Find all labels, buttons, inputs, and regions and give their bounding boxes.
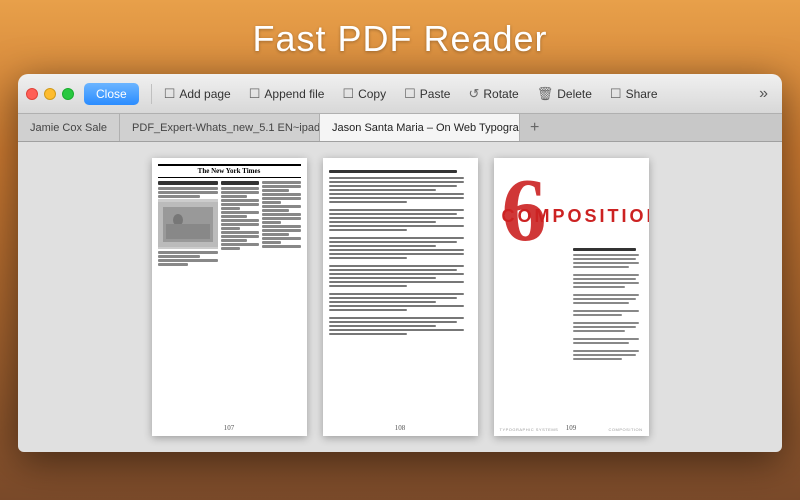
page107-number: 107 [152,424,307,432]
traffic-light-minimize[interactable] [44,88,56,100]
delete-label: Delete [557,87,592,101]
rotate-icon: ↺ [468,86,479,102]
close-button[interactable]: Close [84,83,139,105]
page108-number: 108 [323,424,478,432]
pdf-page-109: 6 COMPOSITION [494,158,649,436]
pdf-page-108: 108 [323,158,478,436]
more-button[interactable]: » [753,85,774,103]
share-button[interactable]: ☐ Share [602,82,666,106]
content-area: The New York Times [18,142,782,452]
toolbar-divider-1 [151,84,152,104]
delete-button[interactable]: 🗑 Delete [529,82,600,106]
add-page-label: Add page [179,87,230,101]
pdf-page-107: The New York Times [152,158,307,436]
tab-pdf-expert[interactable]: PDF_Expert-Whats_new_5.1 EN~ipad ✕ [120,114,320,141]
tab-jamie-cox-label: Jamie Cox Sale [30,122,107,134]
share-icon: ☐ [610,86,622,102]
paste-label: Paste [420,87,451,101]
tab-jamie-cox[interactable]: Jamie Cox Sale [18,114,120,141]
append-file-label: Append file [264,87,324,101]
page109-content: 6 COMPOSITION [494,158,649,436]
tab-add-button[interactable]: + [520,114,549,141]
copy-label: Copy [358,87,386,101]
paste-button[interactable]: ☐ Paste [396,82,458,106]
append-file-icon: ☐ [249,86,261,102]
tab-jason-santa[interactable]: Jason Santa Maria – On Web Typogra... ✕ [320,114,520,141]
page107-content: The New York Times [152,158,307,273]
toolbar: Close ☐ Add page ☐ Append file ☐ Copy ☐ … [18,74,782,114]
rotate-button[interactable]: ↺ Rotate [460,82,526,106]
tab-pdf-expert-label: PDF_Expert-Whats_new_5.1 EN~ipad [132,122,320,134]
tab-jason-santa-label: Jason Santa Maria – On Web Typogra... [332,122,520,134]
copy-icon: ☐ [342,86,354,102]
traffic-lights [26,88,74,100]
page107-image [158,199,218,249]
tabs-bar: Jamie Cox Sale PDF_Expert-Whats_new_5.1 … [18,114,782,142]
copy-button[interactable]: ☐ Copy [334,82,394,106]
paste-icon: ☐ [404,86,416,102]
page107-header: The New York Times [158,164,301,178]
traffic-light-close[interactable] [26,88,38,100]
append-file-button[interactable]: ☐ Append file [241,82,333,106]
share-label: Share [626,87,658,101]
page108-content [323,158,478,345]
add-page-button[interactable]: ☐ Add page [156,82,239,106]
rotate-label: Rotate [483,87,518,101]
app-title: Fast PDF Reader [0,0,800,74]
delete-icon: 🗑 [537,86,554,102]
page109-title: COMPOSITION [502,206,649,227]
add-page-icon: ☐ [164,86,176,102]
app-window: Close ☐ Add page ☐ Append file ☐ Copy ☐ … [18,74,782,452]
page109-number: 109 [494,424,649,432]
traffic-light-maximize[interactable] [62,88,74,100]
